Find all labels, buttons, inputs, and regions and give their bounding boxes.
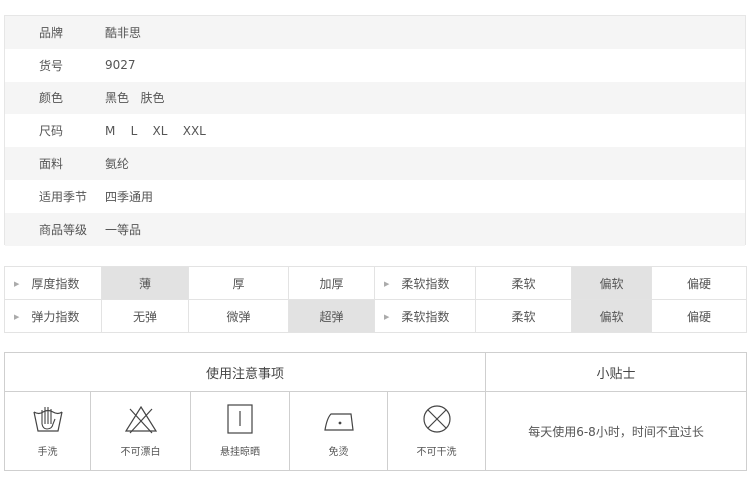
spec-row-grade: 商品等级 一等品: [5, 212, 745, 246]
care-item-label: 免烫: [328, 447, 349, 458]
iron-icon: [323, 413, 354, 431]
spec-row-fabric: 面料 氨纶: [5, 147, 745, 180]
elasticity-index-label: ▶ 弹力指数: [4, 299, 102, 333]
softness-soft-cell: 柔软: [475, 299, 572, 333]
care-item-no-bleach: 不可漂白: [90, 391, 191, 471]
index-table: ▶ 厚度指数 薄 厚 加厚 ▶ 柔软指数 柔软 偏软 偏硬 ▶ 弹力指数 无弹 微弹 …: [4, 266, 747, 333]
softness-slightly-soft-cell: 偏软: [571, 266, 652, 300]
triangle-right-icon: ▶: [384, 279, 390, 288]
elasticity-row: ▶ 弹力指数 无弹 微弹 超弹 ▶ 柔软指数 柔软 偏软 偏硬: [4, 299, 747, 333]
spec-label: 尺码: [39, 124, 64, 139]
product-spec-list: 品牌 酷非思 货号 9027 颜色 黑色 肤色 尺码 M L XL XXL 面料…: [4, 15, 746, 246]
triangle-right-icon: ▶: [14, 312, 20, 321]
care-item-label: 手洗: [37, 447, 58, 458]
thickness-thin-cell: 薄: [101, 266, 189, 300]
care-item-hang-dry: 悬挂晾晒: [190, 391, 290, 471]
spec-value: 一等品: [105, 222, 142, 237]
thickness-row: ▶ 厚度指数 薄 厚 加厚 ▶ 柔软指数 柔软 偏软 偏硬: [4, 266, 747, 300]
care-item-label: 不可干洗: [416, 447, 457, 458]
softness-slightly-hard-cell: 偏硬: [651, 299, 747, 333]
care-item-no-dry-clean: 不可干洗: [386, 391, 487, 471]
spec-row-brand: 品牌 酷非思: [5, 16, 745, 49]
spec-label: 面料: [39, 157, 64, 172]
care-title: 使用注意事项: [3, 352, 487, 392]
triangle-right-icon: ▶: [14, 279, 20, 288]
no-bleach-icon: [124, 405, 157, 434]
spec-value: 酷非思: [105, 25, 142, 40]
spec-row-season: 适用季节 四季通用: [5, 179, 745, 213]
softness-slightly-soft-cell: 偏软: [571, 299, 652, 333]
elasticity-none-cell: 无弹: [101, 299, 189, 333]
triangle-right-icon: ▶: [384, 312, 390, 321]
spec-value: 四季通用: [105, 189, 154, 204]
softness-slightly-hard-cell: 偏硬: [651, 266, 747, 300]
spec-row-size: 尺码 M L XL XXL: [5, 114, 745, 148]
care-item-label: 不可漂白: [120, 447, 161, 458]
no-dry-clean-icon: [422, 405, 451, 433]
spec-row-color: 颜色 黑色 肤色: [5, 81, 745, 115]
spec-value: 9027: [105, 58, 136, 73]
thickness-thick-cell: 厚: [188, 266, 289, 300]
spec-value: 氨纶: [105, 157, 130, 172]
elasticity-slight-cell: 微弹: [188, 299, 289, 333]
hand-wash-icon: [32, 407, 63, 432]
care-item-label: 悬挂晾晒: [220, 447, 260, 458]
spec-label: 商品等级: [39, 222, 88, 237]
tips-title: 小贴士: [485, 352, 748, 392]
spec-label: 适用季节: [39, 189, 88, 204]
spec-row-item-number: 货号 9027: [5, 48, 745, 82]
care-item-no-iron: 免烫: [289, 391, 388, 471]
tip-text: 每天使用6-8小时，时间不宜过长: [485, 391, 748, 471]
spec-label: 品牌: [39, 25, 64, 40]
thickness-extra-thick-cell: 加厚: [288, 266, 375, 300]
elasticity-super-cell: 超弹: [288, 299, 375, 333]
thickness-index-label: ▶ 厚度指数: [4, 266, 102, 300]
softness-soft-cell: 柔软: [475, 266, 572, 300]
softness-index-label: ▶ 柔软指数: [374, 266, 476, 300]
spec-value: M L XL XXL: [105, 123, 206, 138]
hang-dry-icon: [227, 404, 253, 434]
care-item-hand-wash: 手洗: [4, 391, 91, 471]
spec-value: 黑色 肤色: [105, 91, 165, 106]
spec-label: 颜色: [39, 91, 64, 106]
softness-index-label: ▶ 柔软指数: [374, 299, 476, 333]
spec-label: 货号: [39, 58, 64, 73]
care-instructions-table: 使用注意事项 小贴士 手洗 不可漂白 悬挂晾晒 免烫 不可干洗 每天使用6-8小…: [3, 352, 748, 471]
